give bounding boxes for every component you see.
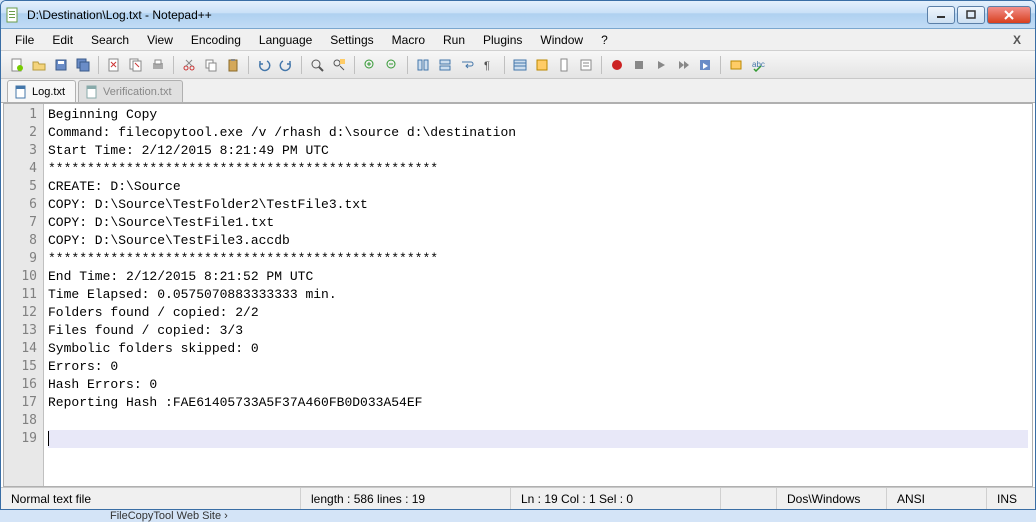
open-file-icon[interactable] [29,55,49,75]
editor[interactable]: 12345678910111213141516171819 Beginning … [3,103,1033,487]
spellcheck-icon[interactable]: abc [748,55,768,75]
close-button[interactable] [987,6,1031,24]
stop-macro-icon[interactable] [629,55,649,75]
status-length: length : 586 lines : 19 [301,488,511,509]
menu-edit[interactable]: Edit [44,31,81,49]
close-all-icon[interactable] [126,55,146,75]
replace-icon[interactable] [329,55,349,75]
play-multi-icon[interactable] [673,55,693,75]
sync-v-icon[interactable] [413,55,433,75]
editor-line[interactable]: COPY: D:\Source\TestFile3.accdb [48,232,1028,250]
print-icon[interactable] [148,55,168,75]
status-encoding: ANSI [887,488,987,509]
save-macro-icon[interactable] [695,55,715,75]
menu-file[interactable]: File [7,31,42,49]
wrap-icon[interactable] [457,55,477,75]
menu-plugins[interactable]: Plugins [475,31,530,49]
menu-run[interactable]: Run [435,31,473,49]
save-icon[interactable] [51,55,71,75]
editor-line[interactable]: Time Elapsed: 0.0575070883333333 min. [48,286,1028,304]
show-panel-icon[interactable] [726,55,746,75]
zoom-out-icon[interactable] [382,55,402,75]
editor-line[interactable]: Start Time: 2/12/2015 8:21:49 PM UTC [48,142,1028,160]
editor-line[interactable] [48,412,1028,430]
app-icon [5,7,21,23]
line-number-gutter: 12345678910111213141516171819 [4,104,44,486]
editor-line[interactable]: Folders found / copied: 2/2 [48,304,1028,322]
editor-line[interactable]: ****************************************… [48,160,1028,178]
status-filetype: Normal text file [1,488,301,509]
maximize-button[interactable] [957,6,985,24]
user-lang-icon[interactable] [532,55,552,75]
file-icon [14,85,28,99]
window-title: D:\Destination\Log.txt - Notepad++ [27,8,927,22]
zoom-in-icon[interactable] [360,55,380,75]
redo-icon[interactable] [276,55,296,75]
tab-label: Verification.txt [103,86,171,98]
paste-icon[interactable] [223,55,243,75]
save-all-icon[interactable] [73,55,93,75]
minimize-button[interactable] [927,6,955,24]
record-macro-icon[interactable] [607,55,627,75]
editor-line[interactable]: Symbolic folders skipped: 0 [48,340,1028,358]
cut-icon[interactable] [179,55,199,75]
indent-guide-icon[interactable] [510,55,530,75]
tab-label: Log.txt [32,86,65,98]
find-icon[interactable] [307,55,327,75]
file-icon [85,85,99,99]
copy-icon[interactable] [201,55,221,75]
editor-line[interactable]: Beginning Copy [48,106,1028,124]
editor-line[interactable]: Command: filecopytool.exe /v /rhash d:\s… [48,124,1028,142]
sync-h-icon[interactable] [435,55,455,75]
editor-line[interactable]: CREATE: D:\Source [48,178,1028,196]
menu-macro[interactable]: Macro [384,31,433,49]
taskbar-fragment: FileCopyTool Web Site › [110,510,228,522]
editor-line[interactable]: COPY: D:\Source\TestFolder2\TestFile3.tx… [48,196,1028,214]
menubar: File Edit Search View Encoding Language … [1,29,1035,51]
status-position: Ln : 19 Col : 1 Sel : 0 [511,488,721,509]
menu-search[interactable]: Search [83,31,137,49]
func-list-icon[interactable] [576,55,596,75]
menu-settings[interactable]: Settings [322,31,381,49]
editor-line[interactable]: Reporting Hash :FAE61405733A5F37A460FB0D… [48,394,1028,412]
close-file-icon[interactable] [104,55,124,75]
tab-log[interactable]: Log.txt [7,80,76,102]
editor-line[interactable]: COPY: D:\Source\TestFile1.txt [48,214,1028,232]
editor-line[interactable]: Hash Errors: 0 [48,376,1028,394]
app-window: D:\Destination\Log.txt - Notepad++ File … [0,0,1036,510]
status-insert-mode: INS [987,488,1035,509]
editor-line[interactable]: ****************************************… [48,250,1028,268]
editor-line[interactable]: End Time: 2/12/2015 8:21:52 PM UTC [48,268,1028,286]
menu-encoding[interactable]: Encoding [183,31,249,49]
menu-help[interactable]: ? [593,31,616,49]
new-file-icon[interactable] [7,55,27,75]
menu-window[interactable]: Window [532,31,591,49]
titlebar[interactable]: D:\Destination\Log.txt - Notepad++ [1,1,1035,29]
menu-language[interactable]: Language [251,31,320,49]
editor-line[interactable] [48,430,1028,448]
svg-text:¶: ¶ [484,60,490,72]
doc-map-icon[interactable] [554,55,574,75]
status-bar: Normal text file length : 586 lines : 19… [1,487,1035,509]
tab-bar: Log.txt Verification.txt [1,79,1035,103]
editor-line[interactable]: Errors: 0 [48,358,1028,376]
tab-verification[interactable]: Verification.txt [78,80,182,102]
play-macro-icon[interactable] [651,55,671,75]
status-eol: Dos\Windows [777,488,887,509]
menu-view[interactable]: View [139,31,181,49]
editor-line[interactable]: Files found / copied: 3/3 [48,322,1028,340]
editor-content[interactable]: Beginning CopyCommand: filecopytool.exe … [44,104,1032,486]
toolbar: ¶ abc [1,51,1035,79]
undo-icon[interactable] [254,55,274,75]
show-all-chars-icon[interactable]: ¶ [479,55,499,75]
tab-close-x[interactable]: X [1005,33,1029,47]
